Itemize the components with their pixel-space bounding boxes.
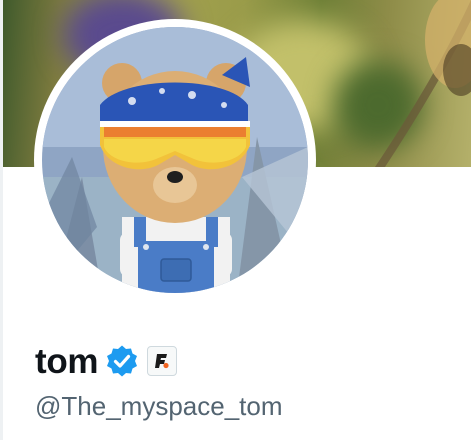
profile-avatar[interactable] — [42, 27, 308, 293]
verified-badge-icon[interactable] — [105, 344, 139, 378]
profile-handle: @The_myspace_tom — [35, 391, 283, 421]
affiliate-badge-icon[interactable] — [147, 346, 178, 376]
display-name: tom — [35, 341, 99, 381]
bear-avatar — [42, 27, 308, 293]
name-row: tom — [35, 336, 178, 386]
